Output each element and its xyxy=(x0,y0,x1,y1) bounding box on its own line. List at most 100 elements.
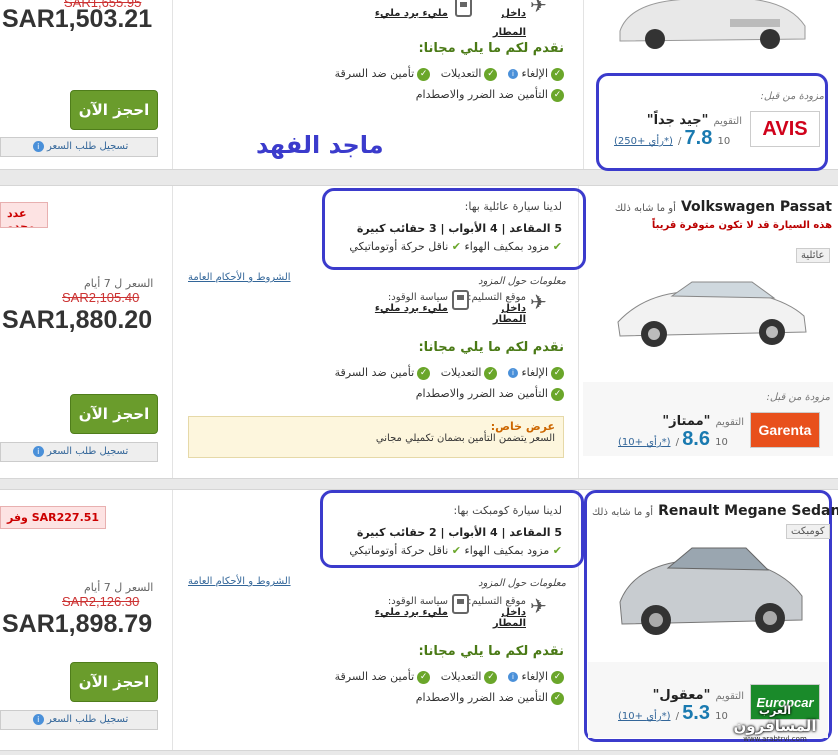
plane-icon: ✈ xyxy=(530,290,547,314)
car-name: Renault Megane Sedan xyxy=(658,503,838,519)
check-icon: ✓ xyxy=(551,670,564,684)
info-icon: i xyxy=(507,672,518,682)
check-icon: ✓ xyxy=(551,366,564,380)
terms-link[interactable]: الشروط و الأحكام العامة xyxy=(188,272,291,283)
supplier-logo-garenta: Garenta xyxy=(750,412,820,448)
info-icon: i xyxy=(507,69,518,79)
free-theft: تأمين ضد السرقة xyxy=(334,366,415,379)
reviews-link[interactable]: (10+ رأي*) xyxy=(618,711,671,722)
spec-aircon: مزود بمكيف الهواء xyxy=(464,240,550,253)
terms-link[interactable]: الشروط و الأحكام العامة xyxy=(188,576,291,587)
provided-by-label: مزودة من قبل: xyxy=(766,392,830,403)
check-icon: ✔ xyxy=(552,544,562,557)
special-offer-box: عرض خاص: السعر يتضمن التأمين بضمان تكميل… xyxy=(188,416,564,458)
spec-seats: 5 المقاعد xyxy=(509,222,562,235)
spec-seats: 5 المقاعد xyxy=(509,526,562,539)
free-theft: تأمين ضد السرقة xyxy=(334,67,415,80)
or-similar: أو ما شابه ذلك xyxy=(592,507,654,518)
watermark-line1: العرب xyxy=(758,704,791,717)
spec-bags: 2 حقائب كبيرة xyxy=(356,526,437,539)
car-image xyxy=(619,547,803,635)
availability-warning: هذه السيارة قد لا تكون متوفرة قريباً xyxy=(651,220,832,231)
free-extras-title: نقدم لكم ما يلي مجانا: xyxy=(418,644,564,659)
check-icon: ✓ xyxy=(484,366,498,380)
score: 8.6 xyxy=(682,428,710,450)
check-icon: ✔ xyxy=(451,544,462,557)
check-icon: ✔ xyxy=(451,240,462,253)
price-for-days: السعر ل 7 أيام xyxy=(84,277,154,290)
info-icon: i xyxy=(507,368,518,378)
price-for-days: السعر ل 7 أيام xyxy=(84,581,154,594)
free-cdw: التأمين ضد الضرر والاصطدام xyxy=(415,691,548,704)
free-cdw: التأمين ضد الضرر والاصطدام xyxy=(415,387,548,400)
free-cancel: الإلغاء xyxy=(521,67,548,80)
car-image xyxy=(619,0,806,49)
fuel-label: سياسة الوقود: xyxy=(387,292,448,303)
result-card-1: SAR1,655.95 SAR1,503.21 احجز الآن تسجيل … xyxy=(0,0,838,171)
reviews-link[interactable]: (250+ رأي*) xyxy=(614,136,673,147)
pickup-value: داخل المطار xyxy=(492,607,526,629)
spec-auto: ناقل حركة أوتوماتيكي xyxy=(349,240,449,253)
rating-label: "ممتاز" xyxy=(662,414,711,429)
book-now-button[interactable]: احجز الآن xyxy=(70,90,158,130)
fuel-label: سياسة الوقود: xyxy=(387,596,448,607)
spec-bags: 3 حقائب كبيرة xyxy=(356,222,437,235)
fuel-value: مليء برد مليء xyxy=(374,607,448,618)
check-icon: ✓ xyxy=(417,366,431,380)
pickup-label: موقع التسليم: xyxy=(468,596,526,607)
watermark-line2: المسافرون xyxy=(733,717,817,735)
rating-word: التقويم xyxy=(713,116,742,127)
supplier-logo-avis: AVIS xyxy=(750,111,820,147)
spec-aircon: مزود بمكيف الهواء xyxy=(464,544,550,557)
fuel-icon xyxy=(452,290,469,310)
category-tag: كومبكت xyxy=(786,524,830,539)
fuel-icon xyxy=(455,0,472,17)
score: 5.3 xyxy=(682,702,710,724)
reviews-link[interactable]: (10+ رأي*) xyxy=(618,437,671,448)
price-alert-label: تسجيل طلب السعر xyxy=(46,446,129,457)
check-icon: ✓ xyxy=(551,691,564,705)
free-cdw: التأمين ضد الضرر والاصطدام xyxy=(415,88,548,101)
annotation-text: ماجد الفهد xyxy=(256,131,384,159)
provided-by-label: مزودة من قبل: xyxy=(760,91,824,102)
rating-word: التقويم xyxy=(715,691,744,702)
free-cancel: الإلغاء xyxy=(521,670,548,683)
price-alert-link[interactable]: تسجيل طلب السعر i xyxy=(0,137,158,157)
book-now-button[interactable]: احجز الآن xyxy=(70,662,158,702)
check-icon: ✓ xyxy=(551,387,564,401)
plane-icon: ✈ xyxy=(530,0,547,17)
check-icon: ✓ xyxy=(417,67,431,81)
pickup-value: داخل المطار xyxy=(492,303,526,325)
price-alert-label: تسجيل طلب السعر xyxy=(46,141,129,152)
free-extras-title: نقدم لكم ما يلي مجانا: xyxy=(418,340,564,355)
old-price: SAR2,126.30 xyxy=(62,594,140,609)
savings-badge: وفر SAR227.51 xyxy=(0,506,107,529)
score: 7.8 xyxy=(684,127,713,149)
free-theft: تأمين ضد السرقة xyxy=(334,670,415,683)
rating-label: "معقول" xyxy=(652,688,711,703)
spec-auto: ناقل حركة أوتوماتيكي xyxy=(349,544,449,557)
price-alert-link[interactable]: تسجيل طلب السعر i xyxy=(0,710,158,730)
car-name: Volkswagen Passat xyxy=(680,199,832,215)
price-alert-link[interactable]: تسجيل طلب السعر i xyxy=(0,442,158,462)
or-similar: أو ما شابه ذلك xyxy=(614,203,676,214)
info-icon: i xyxy=(32,714,44,725)
car-image xyxy=(617,281,807,347)
price: SAR1,898.79 xyxy=(2,610,153,638)
book-now-button[interactable]: احجز الآن xyxy=(70,394,158,434)
info-icon: i xyxy=(32,141,44,152)
offer-title: عرض خاص: xyxy=(490,420,555,433)
supplier-info-label: معلومات حول المزود xyxy=(478,578,566,589)
spec-doors: 4 الأبواب xyxy=(448,222,498,235)
fuel-value: مليء برد مليء xyxy=(374,303,448,314)
rating-label: "جيد جداً" xyxy=(646,113,709,128)
plane-icon: ✈ xyxy=(530,594,547,618)
spec-doors: 4 الأبواب xyxy=(448,526,498,539)
info-icon: i xyxy=(32,446,44,457)
free-amend: التعديلات xyxy=(440,366,482,379)
free-amend: التعديلات xyxy=(440,670,482,683)
result-card-2: عدد محدو السعر ل 7 أيام SAR2,105.40 SAR1… xyxy=(0,185,838,479)
free-cancel: الإلغاء xyxy=(521,366,548,379)
specs-heading: لدينا سيارة كومبكت بها: xyxy=(453,504,562,517)
fuel-icon xyxy=(452,594,469,614)
